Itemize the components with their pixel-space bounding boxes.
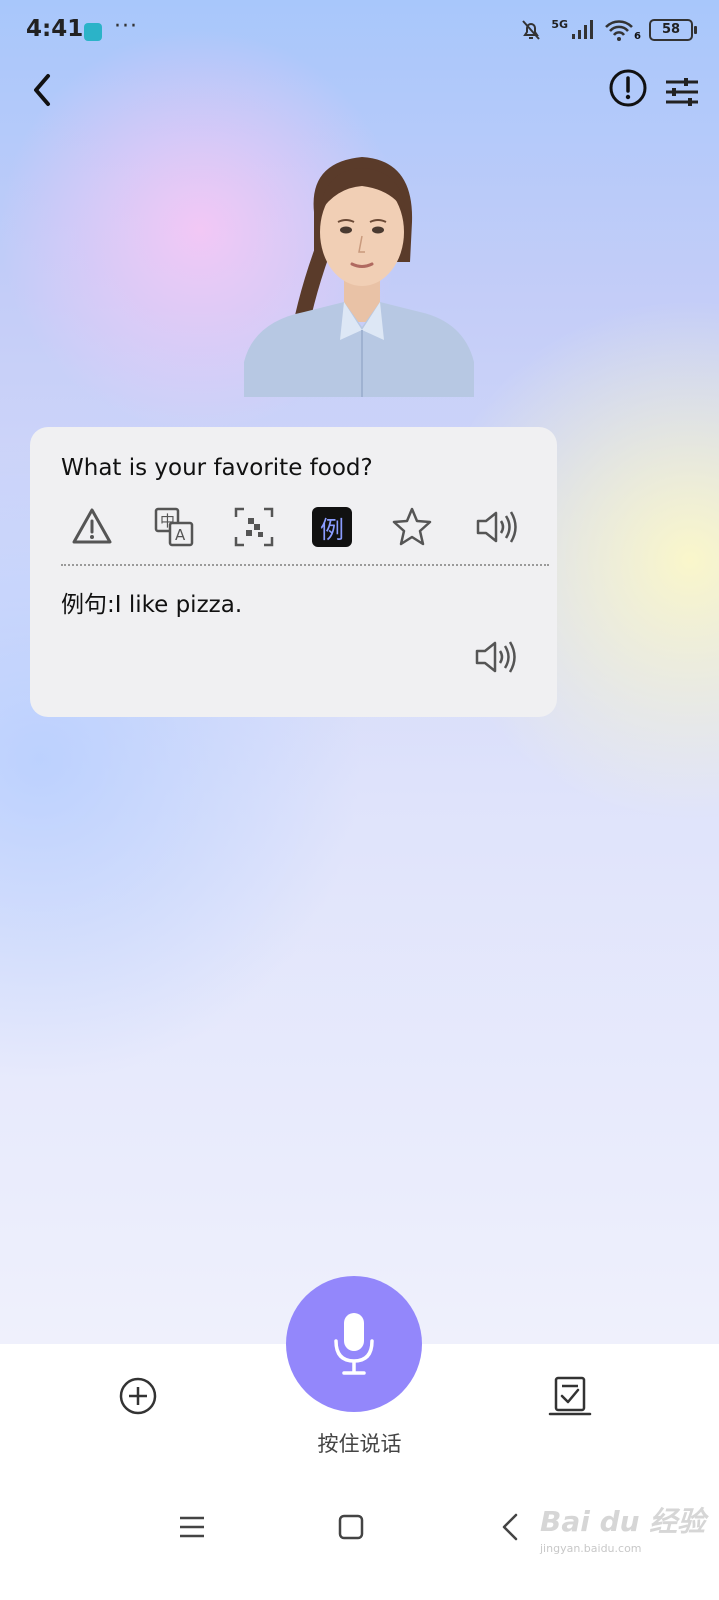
- system-back-button[interactable]: [498, 1512, 522, 1542]
- mic-label: 按住说话: [317, 1432, 402, 1456]
- example-icon: 例: [320, 515, 344, 544]
- add-button[interactable]: [118, 1376, 158, 1416]
- play-question-button[interactable]: [474, 505, 518, 549]
- home-icon: [338, 1514, 364, 1540]
- translate-icon: 中 A: [154, 507, 194, 547]
- star-icon: [392, 507, 432, 546]
- report-button[interactable]: [70, 505, 114, 549]
- system-home-button[interactable]: [338, 1514, 364, 1540]
- watermark: Bai du 经验 jingyan.baidu.com: [540, 1500, 705, 1555]
- info-icon: [609, 69, 647, 107]
- card-divider: [61, 564, 549, 566]
- battery-indicator: 58: [649, 19, 697, 41]
- speaker-icon: [476, 511, 517, 543]
- info-button[interactable]: [608, 68, 648, 108]
- menu-icon: [180, 1516, 204, 1538]
- card-toolbar: 中 A 例: [70, 505, 522, 551]
- hold-to-speak-button[interactable]: [286, 1276, 422, 1412]
- settings-icon: [666, 78, 698, 106]
- nav-back-icon: [502, 1513, 518, 1541]
- scan-button[interactable]: [232, 505, 276, 549]
- note-check-icon: [548, 1376, 592, 1416]
- wifi-badge: 6: [634, 31, 641, 42]
- example-button[interactable]: 例: [312, 507, 352, 547]
- watermark-brand: Bai du 经验: [540, 1505, 706, 1538]
- notes-button[interactable]: [548, 1374, 592, 1418]
- signal-icon: [572, 20, 594, 39]
- warning-icon: [72, 508, 112, 544]
- speaker-icon: [475, 641, 516, 673]
- watermark-url: jingyan.baidu.com: [540, 1542, 642, 1555]
- status-time: 4:41: [26, 16, 84, 42]
- play-example-button[interactable]: [473, 635, 517, 679]
- back-icon: [34, 74, 50, 106]
- mute-bell-icon: [522, 20, 541, 40]
- network-type: 5G: [551, 18, 569, 31]
- app-notification-icon: [84, 23, 102, 41]
- status-bar: 4:41 ··· 5G 6 58: [0, 0, 719, 64]
- microphone-icon: [334, 1313, 374, 1375]
- conversation-card: What is your favorite food? 中 A 例 例句:I l…: [30, 427, 557, 717]
- svg-text:A: A: [175, 526, 186, 544]
- plus-icon: [119, 1377, 157, 1415]
- wifi-icon: [605, 20, 633, 41]
- tutor-avatar: [244, 152, 474, 397]
- example-sentence: 例句:I like pizza.: [61, 592, 243, 618]
- more-notifications: ···: [114, 14, 138, 39]
- system-menu-button[interactable]: [178, 1514, 206, 1540]
- scan-icon: [234, 507, 274, 547]
- settings-button[interactable]: [662, 72, 702, 112]
- favorite-button[interactable]: [390, 505, 434, 549]
- translate-button[interactable]: 中 A: [152, 505, 196, 549]
- question-text: What is your favorite food?: [61, 455, 373, 481]
- back-button[interactable]: [26, 68, 62, 112]
- status-icons: 5G 6 58: [519, 18, 697, 42]
